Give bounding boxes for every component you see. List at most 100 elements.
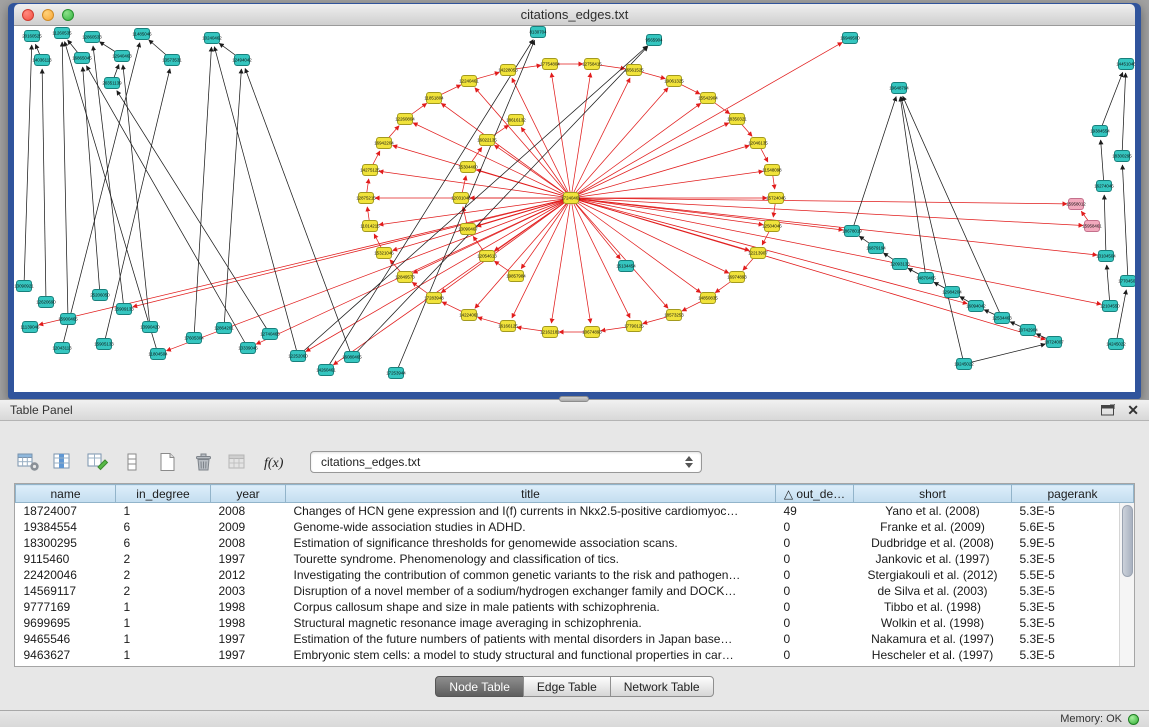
table-cell[interactable]: Investigating the contribution of common… — [286, 567, 776, 583]
graph-node[interactable]: 10742904 — [1018, 325, 1038, 336]
graph-node[interactable]: 16274046 — [1094, 181, 1114, 192]
graph-node[interactable]: 16865045 — [72, 53, 92, 64]
table-cell[interactable]: 5.3E-5 — [1012, 599, 1134, 615]
table-cell[interactable]: 2008 — [211, 535, 286, 551]
graph-node[interactable]: 12054613 — [477, 251, 497, 262]
graph-node[interactable]: 18678019 — [842, 226, 862, 237]
graph-node[interactable]: 19384554 — [1090, 126, 1110, 137]
table-cell[interactable]: 1 — [116, 599, 211, 615]
delete-table-button[interactable] — [191, 450, 217, 474]
column-header-pagerank[interactable]: pagerank — [1012, 485, 1134, 503]
table-cell[interactable]: 5.3E-5 — [1012, 551, 1134, 567]
close-window-button[interactable] — [22, 9, 34, 21]
graph-node[interactable]: 11139046 — [21, 322, 40, 333]
table-edit-button[interactable] — [86, 450, 112, 474]
table-cell[interactable]: 5.5E-5 — [1012, 567, 1134, 583]
graph-node[interactable]: 15321046 — [374, 248, 394, 259]
graph-node[interactable]: 11548098 — [762, 165, 782, 176]
graph-node[interactable]: 17754804 — [540, 59, 560, 70]
table-cell[interactable]: 6 — [116, 519, 211, 535]
tab-network-table[interactable]: Network Table — [610, 676, 714, 697]
table-cell[interactable]: 6 — [116, 535, 211, 551]
graph-node[interactable]: 8130704 — [529, 27, 547, 38]
tab-edge-table[interactable]: Edge Table — [523, 676, 611, 697]
new-table-button[interactable] — [156, 450, 182, 474]
graph-node[interactable]: 15900465 — [58, 314, 78, 325]
table-cell[interactable]: 1 — [116, 631, 211, 647]
graph-node[interactable]: 15909133 — [114, 304, 134, 315]
column-header-title[interactable]: title — [286, 485, 776, 503]
graph-node[interactable]: 12104550 — [1100, 301, 1120, 312]
table-cell[interactable]: 5.3E-5 — [1012, 631, 1134, 647]
graph-node[interactable]: 16022135 — [477, 135, 497, 146]
network-selector[interactable]: citations_edges.txt — [310, 451, 702, 473]
close-panel-icon[interactable]: ✕ — [1127, 403, 1139, 417]
table-cell[interactable]: 5.3E-5 — [1012, 583, 1134, 599]
table-cell[interactable]: 1 — [116, 503, 211, 519]
table-cell[interactable]: 18724007 — [16, 503, 116, 519]
minimize-window-button[interactable] — [42, 9, 54, 21]
table-cell[interactable]: 2 — [116, 551, 211, 567]
table-row[interactable]: 946362711997Embryonic stem cells: a mode… — [16, 647, 1134, 663]
graph-node[interactable]: 18616132 — [506, 115, 526, 126]
graph-node[interactable]: 17790125 — [624, 321, 644, 332]
graph-node[interactable]: 12162181 — [540, 327, 560, 338]
column-header-name[interactable]: name — [16, 485, 116, 503]
graph-node[interactable]: 11260535 — [52, 28, 72, 39]
graph-node[interactable]: 12031046 — [451, 193, 471, 204]
table-cell[interactable]: Franke et al. (2009) — [854, 519, 1012, 535]
graph-node[interactable]: 12864201 — [214, 323, 234, 334]
table-cell[interactable]: 5.6E-5 — [1012, 519, 1134, 535]
function-builder-button[interactable]: f(x) — [261, 450, 287, 474]
graph-node[interactable]: 12984204 — [942, 287, 962, 298]
graph-node[interactable]: 16166125 — [498, 321, 518, 332]
graph-node[interactable]: 19061325 — [664, 76, 684, 87]
table-cell[interactable]: 5.3E-5 — [1012, 615, 1134, 631]
table-cell[interactable]: 1 — [116, 647, 211, 663]
graph-node[interactable]: 12875215 — [356, 193, 376, 204]
table-cell[interactable]: 1998 — [211, 599, 286, 615]
graph-node[interactable]: 15304460 — [458, 162, 478, 173]
graph-node[interactable]: 12504046 — [762, 221, 782, 232]
table-cell[interactable]: 1998 — [211, 615, 286, 631]
graph-node[interactable]: 13090467 — [458, 224, 478, 235]
graph-node[interactable]: 18300295 — [1112, 151, 1132, 162]
table-cell[interactable]: 0 — [776, 599, 854, 615]
table-cell[interactable]: 2009 — [211, 519, 286, 535]
table-cell[interactable]: Yano et al. (2008) — [854, 503, 1012, 519]
tab-node-table[interactable]: Node Table — [435, 676, 524, 697]
scrollbar-thumb[interactable] — [1122, 505, 1133, 577]
table-cell[interactable]: 2 — [116, 583, 211, 599]
column-header-outde[interactable]: △ out_de… — [776, 485, 854, 503]
table-row[interactable]: 1830029562008Estimation of significance … — [16, 535, 1134, 551]
table-cell[interactable]: 0 — [776, 615, 854, 631]
graph-node[interactable]: 12043113 — [52, 343, 72, 354]
graph-node[interactable]: 13573531 — [162, 55, 182, 66]
table-cell[interactable]: Dudbridge et al. (2008) — [854, 535, 1012, 551]
graph-node[interactable]: 11804504 — [148, 349, 168, 360]
graph-node[interactable]: 11014215 — [360, 221, 380, 232]
table-cell[interactable]: 1 — [116, 615, 211, 631]
graph-node[interactable]: 10674893 — [582, 327, 602, 338]
graph-node[interactable]: 9565904 — [645, 35, 663, 46]
graph-node[interactable]: 15958012 — [1066, 199, 1086, 210]
graph-node[interactable]: 14036113 — [32, 55, 52, 66]
graph-node[interactable]: 11485046 — [132, 29, 152, 40]
graph-node[interactable]: 19245022 — [954, 359, 974, 370]
graph-node[interactable]: 12252060 — [288, 351, 308, 362]
graph-node[interactable]: 14260461 — [316, 365, 336, 376]
table-cell[interactable]: 0 — [776, 519, 854, 535]
graph-node[interactable]: 11851804 — [424, 93, 444, 104]
graph-node[interactable]: 13339046 — [238, 343, 258, 354]
graph-node[interactable]: 12758415 — [582, 59, 602, 70]
table-cell[interactable]: Nakamura et al. (1997) — [854, 631, 1012, 647]
float-panel-icon[interactable] — [1101, 404, 1115, 416]
graph-node[interactable]: 13990420 — [140, 322, 160, 333]
graph-node[interactable]: 18350321 — [727, 114, 747, 125]
graph-node[interactable]: 12534463 — [992, 313, 1012, 324]
table-cell[interactable]: 1997 — [211, 647, 286, 663]
table-cell[interactable]: 0 — [776, 551, 854, 567]
table-cell[interactable]: 14569117 — [16, 583, 116, 599]
graph-node[interactable]: 10240462 — [202, 33, 222, 44]
vertical-scrollbar[interactable] — [1119, 503, 1134, 666]
